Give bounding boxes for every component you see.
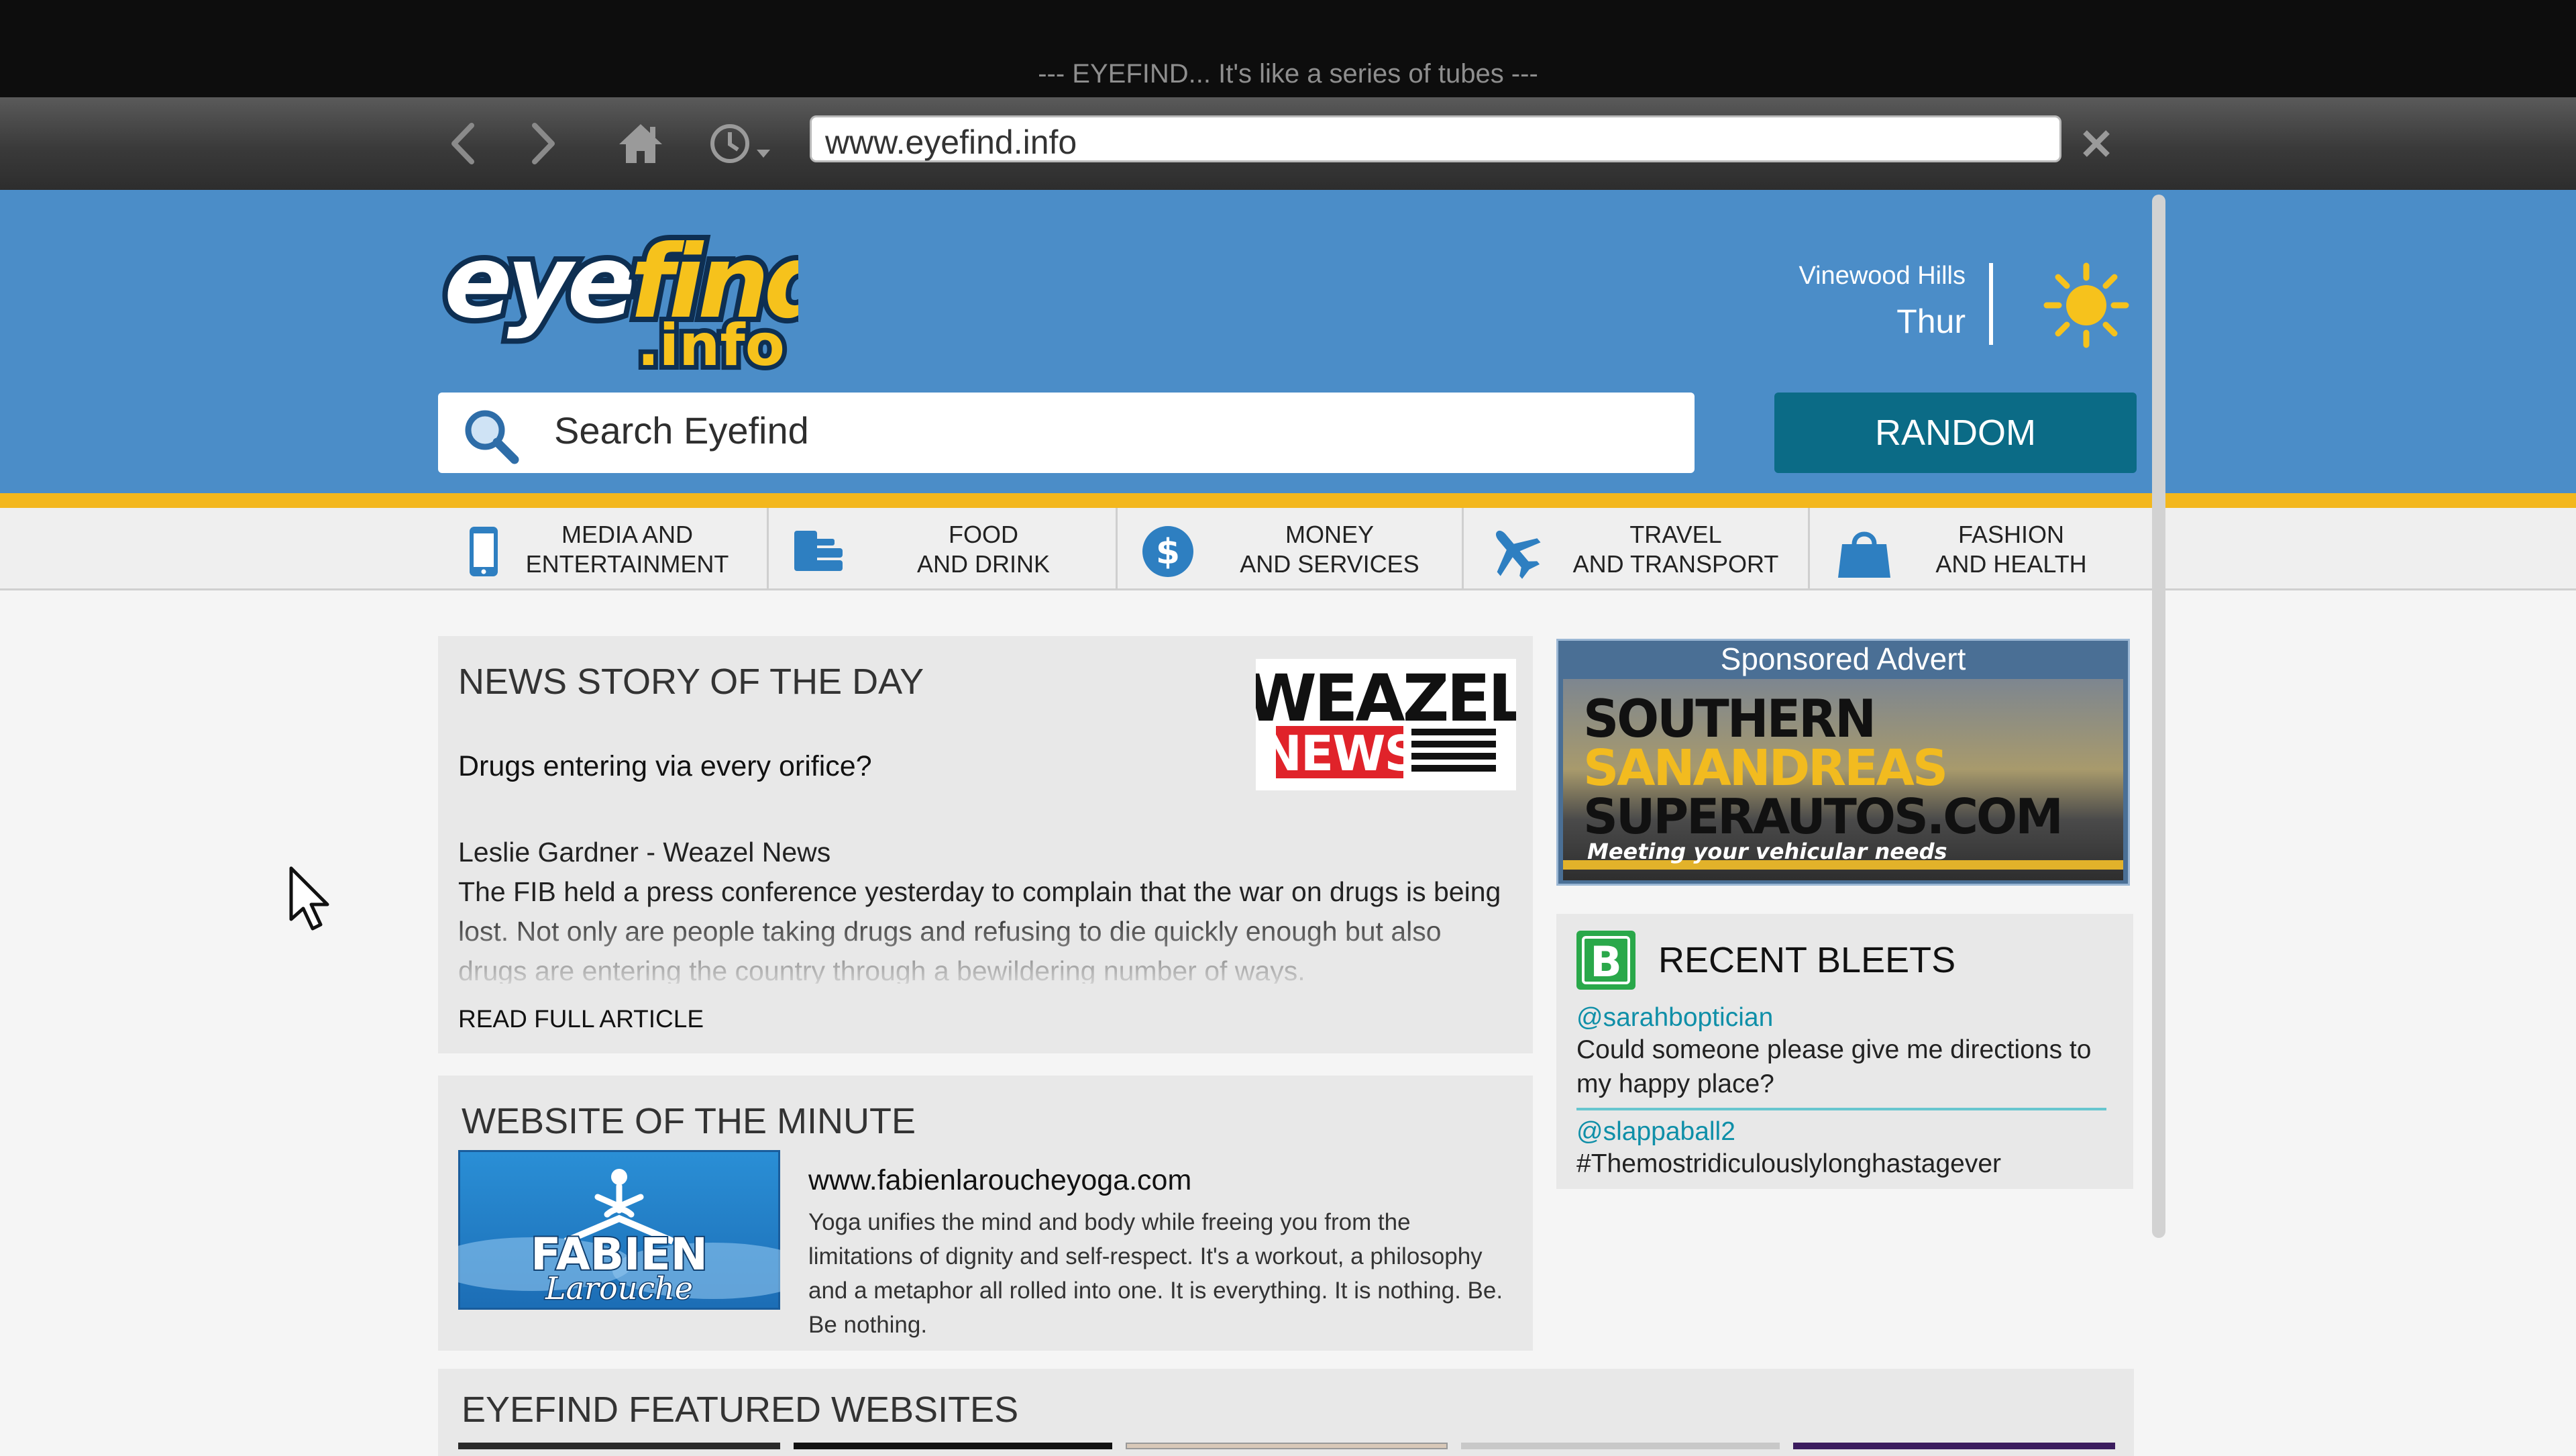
bleet-handle[interactable]: @sarahboptician (1576, 1003, 1773, 1033)
url-text: www.eyefind.info (825, 123, 1077, 161)
food-icon (788, 521, 848, 582)
shopping-bag-icon (1834, 521, 1894, 582)
tablet-icon (453, 521, 513, 582)
category-label: MEDIA AND ENTERTAINMENT (525, 521, 729, 578)
bleet-handle[interactable]: @slappaball2 (1576, 1117, 1735, 1147)
window-title: --- EYEFIND... It's like a series of tub… (1038, 59, 1538, 89)
southern-sanandreas-superautos-ad[interactable]: SOUTHERN SANANDREAS SUPERAUTOS.COM Meeti… (1563, 679, 2123, 880)
sun-icon (2043, 262, 2130, 349)
svg-text:.info: .info (637, 312, 785, 377)
category-money-services[interactable]: $ MONEY AND SERVICES (1118, 508, 1462, 590)
svg-text:B: B (1590, 937, 1621, 986)
search-placeholder: Search Eyefind (554, 409, 809, 452)
featured-website-thumbnail[interactable] (458, 1443, 780, 1449)
forward-arrow-icon[interactable] (517, 97, 570, 190)
search-icon (462, 407, 520, 465)
category-fashion-health[interactable]: FASHION AND HEALTH (1810, 508, 2139, 590)
svg-text:Meeting your vehicular needs: Meeting your vehicular needs (1587, 839, 1947, 864)
bleet-divider (1576, 1108, 2106, 1110)
category-travel-transport[interactable]: TRAVEL AND TRANSPORT (1464, 508, 1808, 590)
news-body-fade (449, 909, 1523, 990)
fabien-larouche-logo[interactable]: FABIEN Larouche (431, 1148, 814, 1312)
news-author: Leslie Gardner - Weazel News (458, 837, 831, 868)
category-label: MONEY AND SERVICES (1240, 521, 1419, 578)
weather-divider (1989, 263, 1993, 345)
read-full-article-link[interactable]: READ FULL ARTICLE (458, 1005, 704, 1033)
svg-text:$: $ (1156, 532, 1180, 572)
search-input[interactable]: Search Eyefind (438, 393, 1695, 473)
featured-website-thumbnail[interactable] (794, 1443, 1112, 1449)
browser-toolbar: www.eyefind.info (0, 97, 2576, 190)
category-label: TRAVEL AND TRANSPORT (1572, 521, 1779, 578)
featured-websites-heading: EYEFIND FEATURED WEBSITES (462, 1390, 1019, 1430)
svg-text:SUPERAUTOS.COM: SUPERAUTOS.COM (1583, 788, 2061, 845)
weazel-news-logo[interactable]: WEAZEL NEWS (1246, 659, 1530, 790)
bleet-text: Could someone please give me directions … (1576, 1035, 2092, 1098)
news-headline[interactable]: Drugs entering via every orifice? (458, 750, 872, 783)
category-food-drink[interactable]: FOOD AND DRINK (769, 508, 1116, 590)
bleet-text: #Themostridiculouslylonghastagever (1576, 1149, 2002, 1178)
back-arrow-icon[interactable] (436, 97, 490, 190)
bleeter-icon: B (1575, 929, 1637, 991)
eyefind-logo[interactable]: eyefind .info (436, 216, 848, 384)
category-label: FOOD AND DRINK (916, 521, 1051, 578)
history-clock-icon[interactable] (701, 97, 782, 190)
airplane-icon (1484, 521, 1544, 582)
random-button[interactable]: RANDOM (1774, 393, 2137, 473)
page-scrollbar[interactable] (2152, 195, 2165, 1238)
sponsored-advert-title: Sponsored Advert (1720, 641, 1966, 676)
news-heading: NEWS STORY OF THE DAY (458, 662, 924, 702)
home-icon[interactable] (610, 97, 671, 190)
featured-website-thumbnail[interactable] (1126, 1443, 1448, 1449)
category-media-entertainment[interactable]: MEDIA AND ENTERTAINMENT (438, 508, 767, 590)
recent-bleets-heading: RECENT BLEETS (1658, 940, 1956, 980)
close-icon[interactable] (2076, 97, 2116, 190)
website-of-the-minute-heading: WEBSITE OF THE MINUTE (462, 1101, 916, 1141)
featured-website-thumbnail[interactable] (1461, 1443, 1780, 1449)
featured-website-thumbnail[interactable] (1793, 1443, 2115, 1449)
svg-text:Larouche: Larouche (545, 1270, 693, 1306)
url-bar[interactable]: www.eyefind.info (810, 115, 2061, 162)
weather-day: Thur (1896, 303, 1966, 340)
weather-location: Vinewood Hills (1799, 262, 1966, 290)
mouse-cursor-icon (288, 866, 335, 933)
dollar-icon: $ (1138, 521, 1198, 582)
svg-text:NEWS: NEWS (1262, 725, 1418, 782)
website-of-the-minute-description: Yoga unifies the mind and body while fre… (808, 1209, 1503, 1338)
category-label: FASHION AND HEALTH (1935, 521, 2087, 578)
header-accent-stripe (0, 493, 2576, 508)
website-of-the-minute-url[interactable]: www.fabienlaroucheyoga.com (808, 1164, 1191, 1197)
